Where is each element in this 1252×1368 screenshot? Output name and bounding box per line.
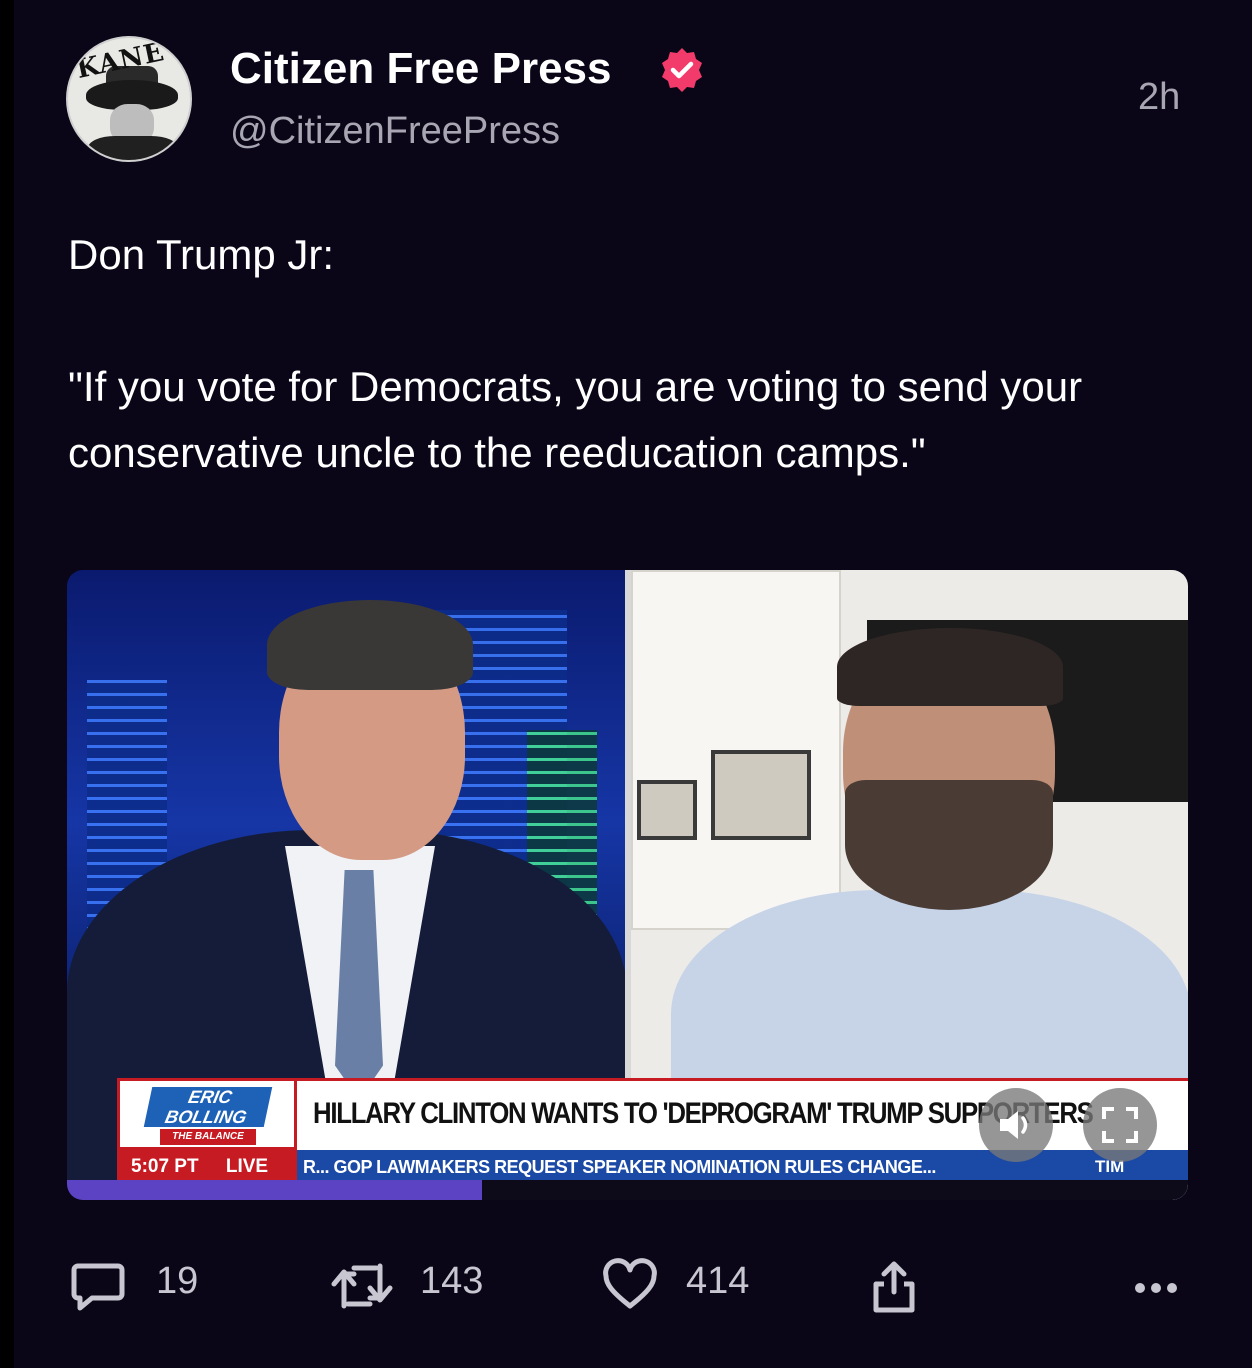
verified-badge-icon	[662, 48, 702, 92]
reply-button[interactable]: 19	[70, 1250, 210, 1320]
chyron-headline: HILLARY CLINTON WANTS TO 'DEPROGRAM' TRU…	[297, 1078, 1188, 1150]
like-button[interactable]: 414	[602, 1250, 772, 1320]
ticker-live: LIVE	[225, 1156, 269, 1177]
post-text: Don Trump Jr: "If you vote for Democrats…	[68, 222, 1198, 486]
post-timestamp[interactable]: 2h	[1138, 76, 1180, 119]
screen-edge	[0, 0, 14, 1368]
post-quote: "If you vote for Democrats, you are voti…	[68, 363, 1094, 476]
video-progress-track[interactable]	[67, 1180, 1188, 1200]
guest-beard	[845, 780, 1053, 910]
more-dots-icon	[1135, 1283, 1177, 1293]
video-progress-fill	[67, 1180, 482, 1200]
repost-button[interactable]: 143	[330, 1250, 510, 1320]
speech-bubble-icon	[71, 1263, 125, 1311]
post-text-line: Don Trump Jr:	[68, 231, 335, 278]
repost-arrows-icon	[331, 1263, 393, 1309]
post-actions: 19 143 414	[0, 1250, 1252, 1320]
ticker-text: R... GOP LAWMAKERS REQUEST SPEAKER NOMIN…	[303, 1157, 936, 1177]
reply-count: 19	[156, 1260, 199, 1302]
more-button[interactable]	[1132, 1250, 1192, 1320]
fullscreen-button[interactable]	[1083, 1088, 1157, 1162]
share-button[interactable]	[868, 1250, 928, 1320]
author-avatar[interactable]: KANE	[66, 36, 192, 162]
post-text-spacer	[68, 288, 1198, 354]
mute-button[interactable]	[979, 1088, 1053, 1162]
show-tagline: THE BALANCE	[160, 1129, 256, 1145]
repost-count: 143	[420, 1260, 484, 1302]
post-card: KANE Citizen Free Press @CitizenFreePres…	[0, 0, 1252, 1368]
avatar-coat	[88, 136, 178, 160]
picture-frame	[711, 750, 811, 840]
ticker-clock: 5:07 PT LIVE	[117, 1150, 297, 1184]
picture-frame	[637, 780, 697, 840]
video-player[interactable]: ERIC BOLLING THE BALANCE HILLARY CLINTON…	[67, 570, 1188, 1200]
heart-icon	[603, 1258, 657, 1309]
chyron-headline-text: HILLARY CLINTON WANTS TO 'DEPROGRAM' TRU…	[313, 1097, 1094, 1130]
show-name: ERIC BOLLING	[143, 1087, 273, 1127]
author-name[interactable]: Citizen Free Press	[230, 44, 612, 94]
like-count: 414	[686, 1260, 750, 1302]
guest-hair	[837, 628, 1063, 706]
share-icon	[873, 1261, 915, 1313]
fullscreen-icon	[1102, 1107, 1138, 1143]
author-handle[interactable]: @CitizenFreePress	[230, 110, 560, 153]
ticker-time: 5:07 PT	[131, 1156, 199, 1177]
show-logo: ERIC BOLLING THE BALANCE	[117, 1078, 297, 1150]
speaker-icon	[1000, 1111, 1028, 1139]
host-hair	[267, 600, 473, 690]
